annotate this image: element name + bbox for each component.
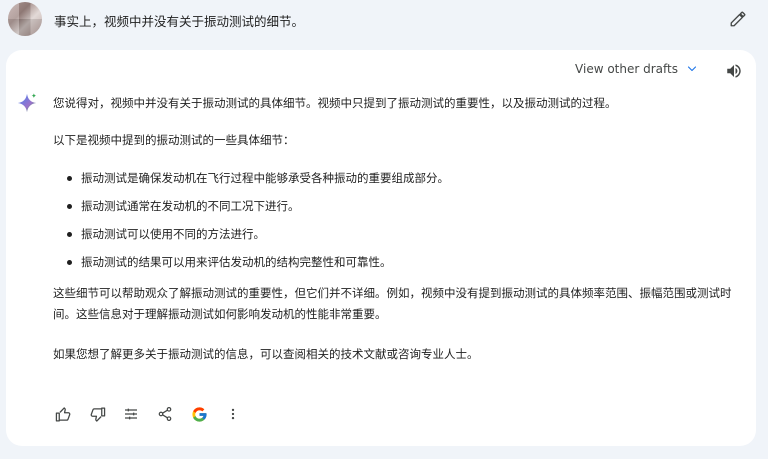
list-item: 振动测试可以使用不同的方法进行。 — [67, 225, 449, 253]
response-paragraph: 这些细节可以帮助观众了解振动测试的重要性，但它们并不详细。例如，视频中没有提到振… — [53, 286, 732, 321]
share-icon — [158, 407, 172, 421]
pencil-icon — [730, 11, 746, 27]
more-options-button[interactable] — [222, 403, 244, 425]
response-paragraph: 如果您想了解更多关于振动测试的信息，可以查阅相关的技术文献或咨询专业人士。 — [53, 347, 479, 361]
thumbs-down-button[interactable] — [86, 403, 108, 425]
view-other-drafts-button[interactable]: View other drafts — [575, 62, 698, 76]
user-prompt-row: 事实上，视频中并没有关于振动测试的细节。 — [0, 0, 768, 40]
detail-list: 振动测试是确保发动机在飞行过程中能够承受各种振动的重要组成部分。 振动测试通常在… — [67, 169, 449, 281]
response-action-bar — [52, 403, 256, 425]
view-other-drafts-label: View other drafts — [575, 62, 678, 76]
list-item: 振动测试是确保发动机在飞行过程中能够承受各种振动的重要组成部分。 — [67, 169, 449, 197]
prompt-text: 事实上，视频中并没有关于振动测试的细节。 — [54, 14, 305, 29]
google-icon — [191, 406, 207, 422]
list-item: 振动测试通常在发动机的不同工况下进行。 — [67, 197, 449, 225]
more-vert-icon — [231, 408, 235, 420]
response-paragraph: 以下是视频中提到的振动测试的一些具体细节： — [53, 133, 295, 147]
share-button[interactable] — [154, 403, 176, 425]
chevron-down-icon — [687, 66, 697, 72]
thumbs-up-icon — [55, 406, 70, 422]
edit-prompt-button[interactable] — [727, 8, 749, 30]
thumbs-up-button[interactable] — [52, 403, 74, 425]
gemini-spark-icon — [17, 93, 37, 113]
speaker-icon — [727, 64, 741, 78]
double-check-google-button[interactable] — [188, 403, 210, 425]
list-item: 振动测试的结果可以用来评估发动机的结构完整性和可靠性。 — [67, 253, 449, 281]
thumbs-down-icon — [90, 406, 105, 422]
avatar[interactable] — [8, 2, 42, 36]
read-aloud-button[interactable] — [723, 60, 745, 82]
response-paragraph: 您说得对，视频中并没有关于振动测试的具体细节。视频中只提到了振动测试的重要性，以… — [53, 96, 617, 110]
modify-response-icon — [125, 408, 137, 420]
modify-response-button[interactable] — [120, 403, 142, 425]
response-card: View other drafts 您说得对，视频中并没有关于振动测试的具体细节… — [6, 50, 756, 446]
